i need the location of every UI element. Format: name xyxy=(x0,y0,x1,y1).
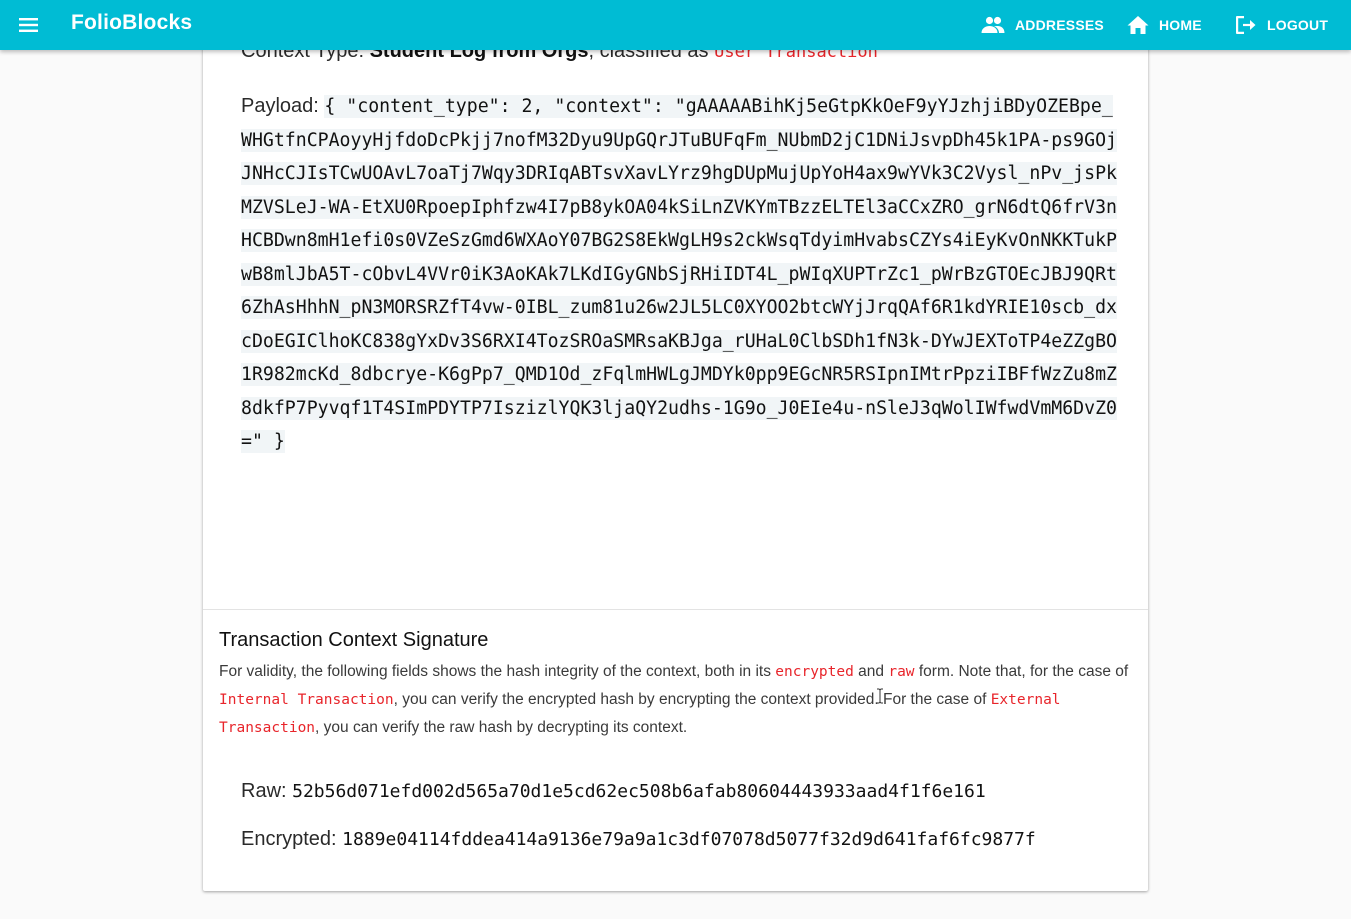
raw-hash-row: Raw: 52b56d071efd002d565a70d1e5cd62ec508… xyxy=(241,780,986,803)
nav-logout-button[interactable]: LOGOUT xyxy=(1235,0,1328,50)
payload-value: { "content_type": 2, "context": "gAAAAAB… xyxy=(241,95,1117,453)
encrypted-hash-row: Encrypted: 1889e04114fddea414a9136e79a9a… xyxy=(241,828,1036,851)
code-raw: raw xyxy=(888,664,915,680)
code-encrypted: encrypted xyxy=(775,664,854,680)
nav-home-button[interactable]: HOME xyxy=(1127,0,1202,50)
payload-block: Payload: { "content_type": 2, "context":… xyxy=(241,90,1121,459)
code-internal-transaction: Internal Transaction xyxy=(219,692,394,708)
logout-icon xyxy=(1236,16,1256,34)
nav-addresses-button[interactable]: ADDRESSES xyxy=(981,0,1104,50)
signature-desc-part-1: For validity, the following fields shows… xyxy=(219,663,776,680)
app-bar: FolioBlocks ADDRESSES HOME LOGOUT xyxy=(0,0,1351,50)
raw-hash-value: 52b56d071efd002d565a70d1e5cd62ec508b6afa… xyxy=(292,781,986,802)
signature-desc-part-2: and xyxy=(853,663,889,680)
signature-desc-part-3: form. Note that, for the case of xyxy=(914,663,1129,680)
menu-icon[interactable] xyxy=(18,13,40,37)
encrypted-hash-value: 1889e04114fddea414a9136e79a9a1c3df07078d… xyxy=(342,829,1036,850)
nav-logout-label: LOGOUT xyxy=(1267,17,1329,33)
section-divider xyxy=(203,609,1148,610)
raw-hash-label: Raw: xyxy=(241,780,293,802)
payload-label: Payload: xyxy=(241,95,325,117)
signature-title: Transaction Context Signature xyxy=(219,629,489,651)
text-cursor-icon xyxy=(876,688,884,704)
app-brand[interactable]: FolioBlocks xyxy=(71,11,192,35)
people-icon xyxy=(981,16,1005,33)
home-icon xyxy=(1127,16,1149,34)
signature-desc-part-5: , you can verify the raw hash by decrypt… xyxy=(315,719,688,736)
signature-desc-part-4: , you can verify the encrypted hash by e… xyxy=(393,691,991,708)
signature-description: For validity, the following fields shows… xyxy=(219,658,1131,742)
nav-addresses-label: ADDRESSES xyxy=(1015,17,1104,33)
encrypted-hash-label: Encrypted: xyxy=(241,828,343,850)
nav-home-label: HOME xyxy=(1159,17,1202,33)
transaction-detail-card: Context Type: Student Log from Orgs, cla… xyxy=(203,20,1148,891)
